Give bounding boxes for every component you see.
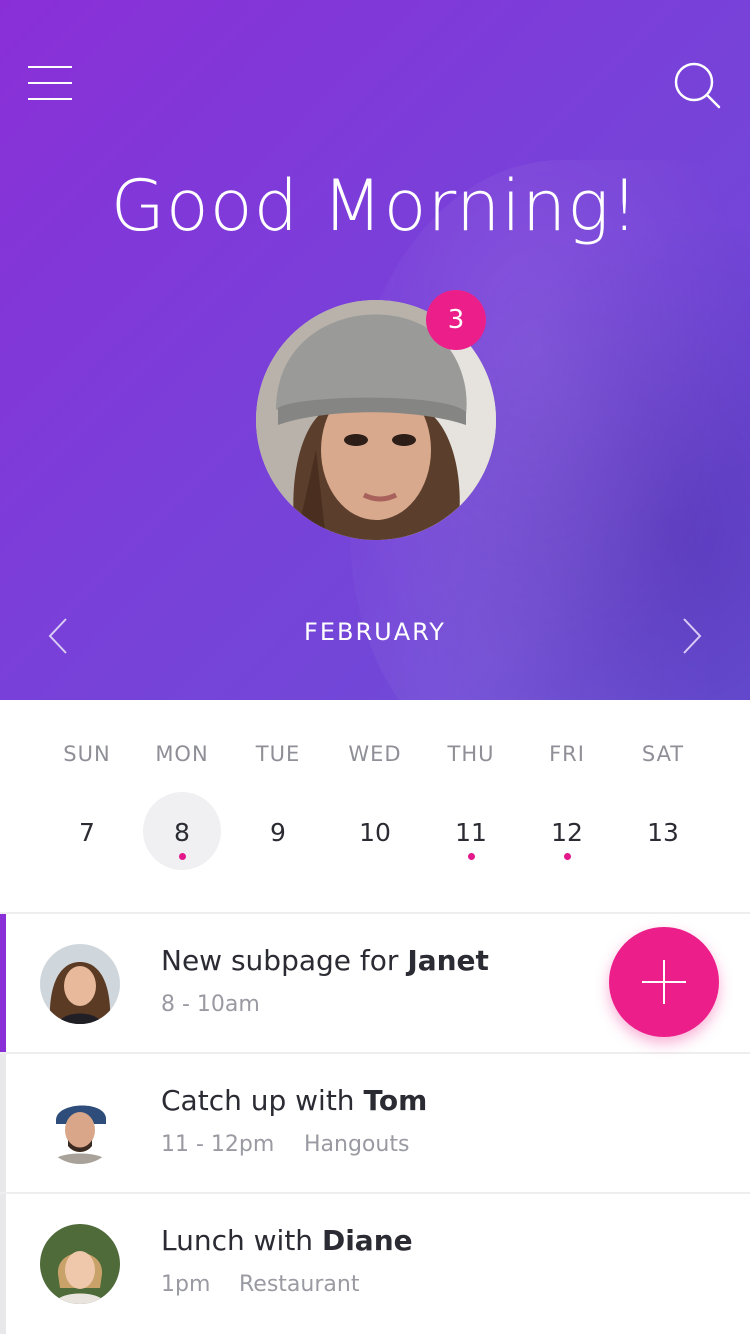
week-strip: SUN 7 MON 8 TUE 9 WED 10 THU 11 FRI 12 S… — [0, 700, 750, 912]
event-item[interactable]: Catch up with Tom 11 - 12pm Hangouts — [0, 1052, 750, 1194]
event-title: New subpage for Janet — [161, 944, 489, 977]
event-title: Catch up with Tom — [161, 1084, 428, 1117]
header-hero: Good Morning! 3 FEBRUARY — [0, 0, 750, 700]
avatar — [40, 1224, 120, 1304]
event-dot — [179, 853, 186, 860]
day-name: WED — [348, 742, 402, 766]
add-event-button[interactable] — [609, 927, 719, 1037]
event-dot — [468, 853, 475, 860]
event-place: Hangouts — [304, 1132, 410, 1157]
event-place: Restaurant — [239, 1272, 360, 1297]
event-time: 1pm — [161, 1272, 211, 1297]
selected-day-highlight: 8 — [143, 792, 221, 870]
event-item[interactable]: Lunch with Diane 1pm Restaurant — [0, 1192, 750, 1334]
day-name: SUN — [63, 742, 111, 766]
notification-badge[interactable]: 3 — [426, 290, 486, 350]
event-accent-bar — [0, 1194, 6, 1334]
day-name: MON — [155, 742, 209, 766]
day-name: FRI — [549, 742, 585, 766]
avatar — [40, 1084, 120, 1164]
search-button[interactable] — [672, 60, 722, 110]
day-number: 8 — [174, 818, 190, 847]
event-accent-bar — [0, 1054, 6, 1194]
event-time: 11 - 12pm — [161, 1132, 275, 1157]
day-name: SAT — [641, 742, 685, 766]
day-name: TUE — [255, 742, 301, 766]
next-month-button[interactable] — [676, 616, 706, 656]
day-number: 11 — [455, 818, 487, 847]
avatar — [40, 944, 120, 1024]
event-title: Lunch with Diane — [161, 1224, 413, 1257]
plus-icon — [642, 960, 686, 1004]
search-icon — [674, 62, 721, 109]
month-label: FEBRUARY — [304, 618, 446, 646]
day-number: 10 — [359, 818, 391, 847]
day-number: 9 — [270, 818, 286, 847]
event-time: 8 - 10am — [161, 992, 260, 1017]
day-number: 12 — [551, 818, 583, 847]
chevron-right-icon — [683, 618, 702, 654]
day-number: 13 — [647, 818, 679, 847]
greeting-title: Good Morning! — [110, 165, 640, 247]
event-dot — [564, 853, 571, 860]
event-accent-bar — [0, 914, 6, 1054]
menu-button[interactable] — [28, 64, 72, 102]
day-number: 7 — [79, 818, 95, 847]
day-name: THU — [447, 742, 495, 766]
